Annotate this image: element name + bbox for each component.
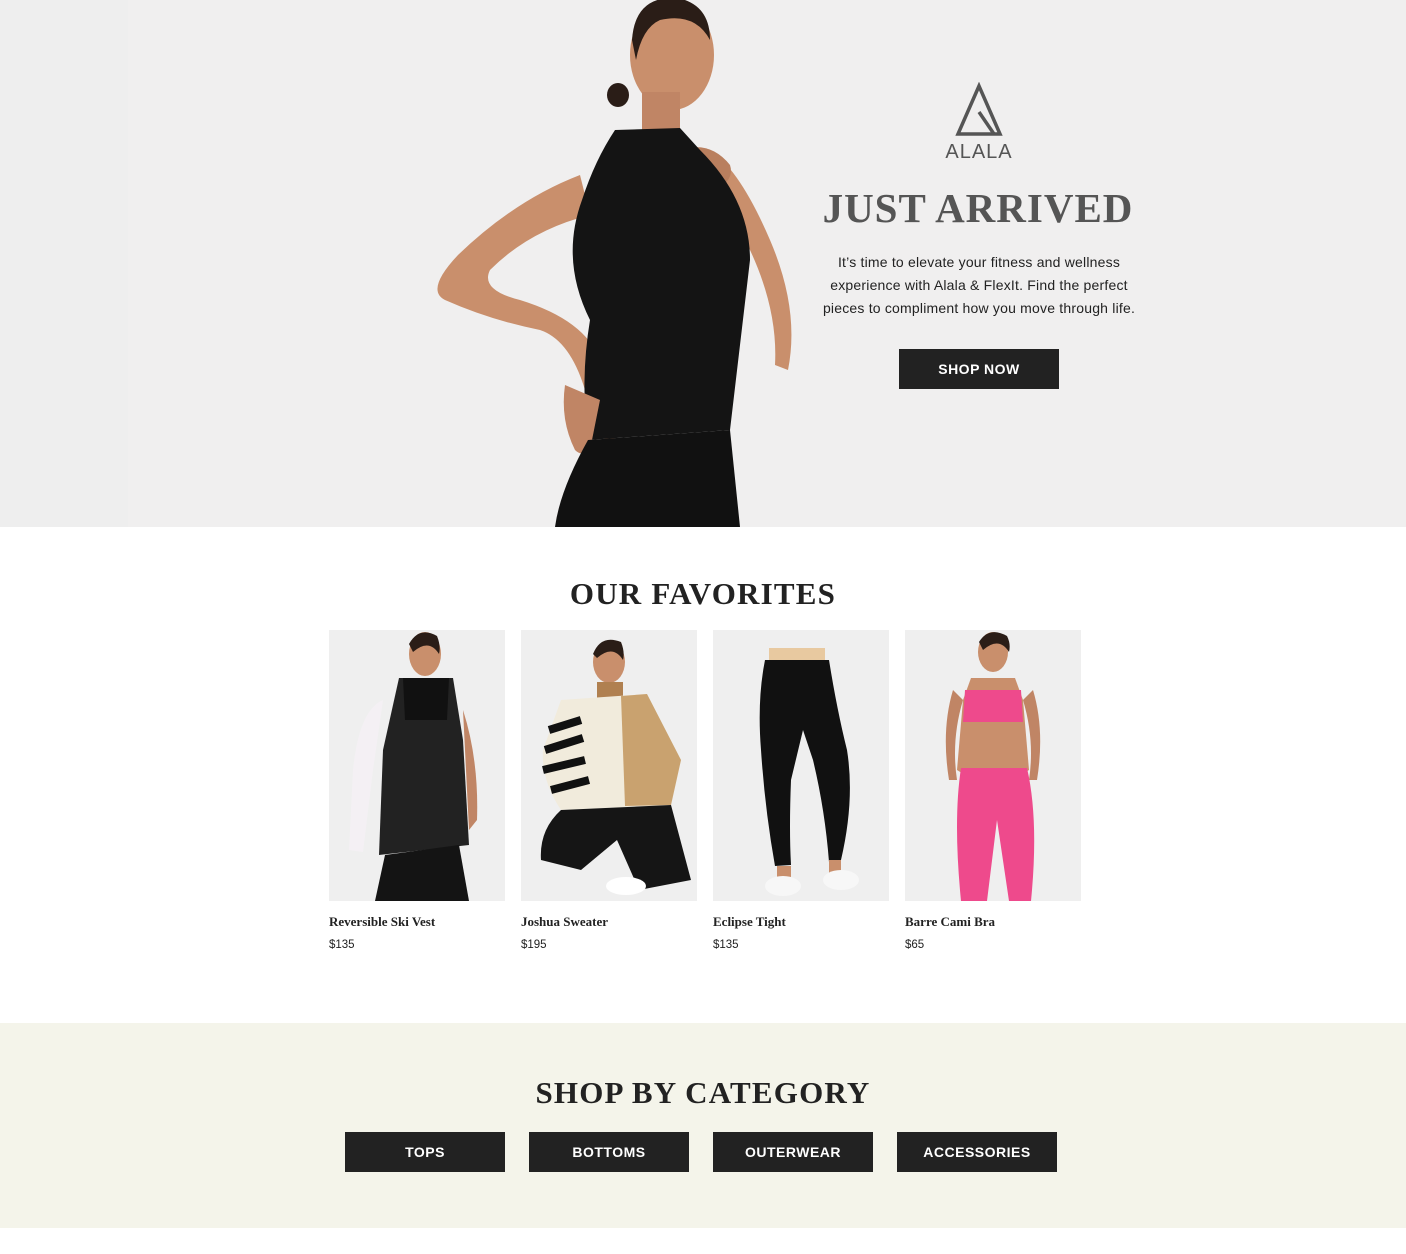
hero-description: It’s time to elevate your fitness and we… (822, 254, 1136, 316)
shop-now-button[interactable]: SHOP NOW (899, 349, 1059, 389)
favorites-title: OUR FAVORITES (569, 576, 837, 611)
product-name[interactable]: Joshua Sweater (521, 914, 697, 930)
category-title: SHOP BY CATEGORY (535, 1075, 871, 1110)
product-price: $135 (713, 939, 739, 951)
hero-left-strip (0, 0, 128, 527)
category-outerwear-button[interactable]: OUTERWEAR (713, 1132, 873, 1172)
hero-banner: ALALA JUST ARRIVED It’s time to elevate … (0, 0, 1406, 527)
product-price: $65 (905, 939, 925, 951)
alala-logo: ALALA (945, 82, 1012, 163)
product-image-joshua-sweater[interactable] (521, 630, 697, 901)
hero-title: JUST ARRIVED (822, 185, 1134, 231)
svg-text:ALALA: ALALA (945, 141, 1012, 163)
product-name[interactable]: Eclipse Tight (713, 914, 889, 930)
product-price: $135 (329, 939, 355, 951)
product-price: $195 (521, 939, 547, 951)
product-image-eclipse-tight[interactable] (713, 630, 889, 901)
product-image-barre-cami-bra[interactable] (905, 630, 1081, 901)
product-image-ski-vest[interactable] (329, 630, 505, 901)
category-bottoms-button[interactable]: BOTTOMS (529, 1132, 689, 1172)
product-card-eclipse-tight[interactable]: Eclipse Tight $135 (713, 630, 889, 951)
product-name[interactable]: Barre Cami Bra (905, 914, 1081, 930)
shop-by-category-section: SHOP BY CATEGORY TOPS BOTTOMS OUTERWEAR … (0, 1023, 1406, 1228)
product-card-joshua-sweater[interactable]: Joshua Sweater $195 (521, 630, 697, 951)
category-accessories-button[interactable]: ACCESSORIES (897, 1132, 1057, 1172)
product-grid: Reversible Ski Vest $135 Joshua Sweater … (329, 630, 1081, 960)
hero-model-image (437, 0, 792, 527)
category-tops-button[interactable]: TOPS (345, 1132, 505, 1172)
product-card-ski-vest[interactable]: Reversible Ski Vest $135 (329, 630, 505, 951)
product-card-barre-cami-bra[interactable]: Barre Cami Bra $65 (905, 630, 1081, 951)
product-name[interactable]: Reversible Ski Vest (329, 914, 505, 930)
